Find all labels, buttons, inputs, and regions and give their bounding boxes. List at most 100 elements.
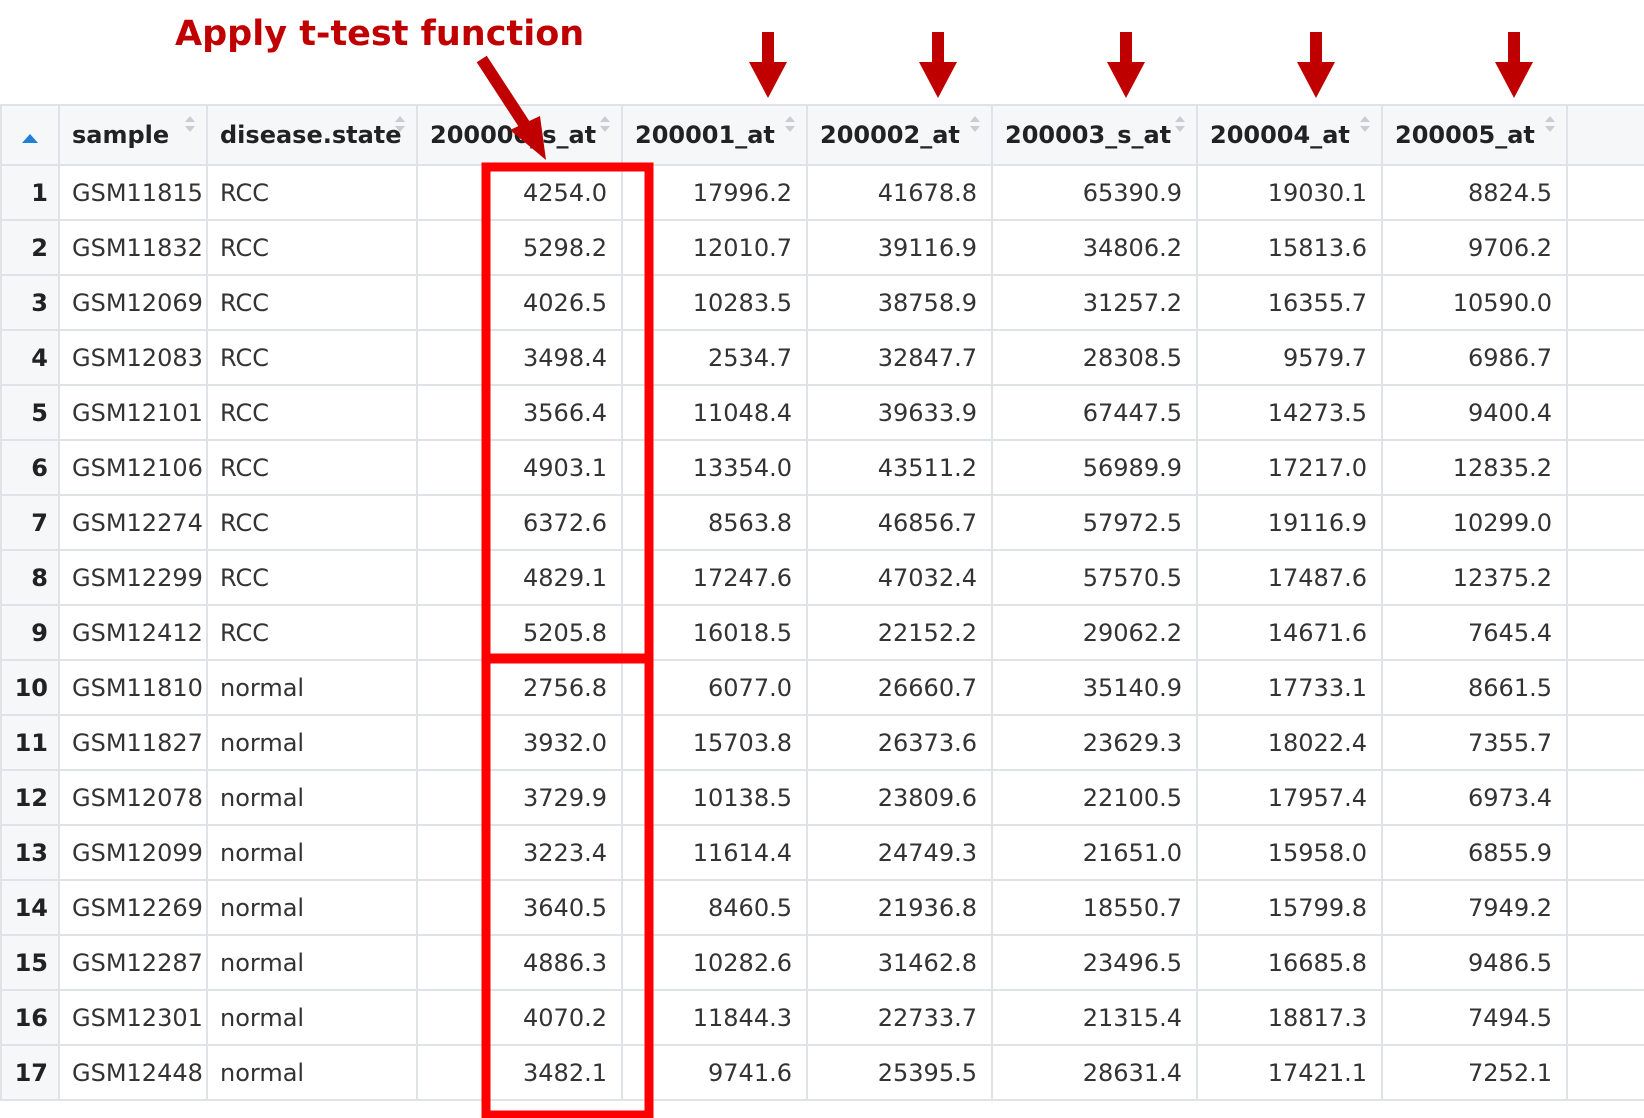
table-row[interactable]: 8 GSM12299 RCC 4829.1 17247.6 47032.4 57570.5 1… <box>0 549 1644 606</box>
table-header-row: sample disease.state 200000_s_at 200001_… <box>0 104 1644 166</box>
down-arrow-icon <box>1297 32 1335 98</box>
cell-disease-state: RCC <box>206 494 418 551</box>
cell-value: 7252.1 <box>1381 1044 1568 1101</box>
cell-value: 6855.9 <box>1381 824 1568 881</box>
table-row[interactable]: 7 GSM12274 RCC 6372.6 8563.8 46856.7 57972.5 19… <box>0 494 1644 551</box>
table-row[interactable]: 3 GSM12069 RCC 4026.5 10283.5 38758.9 31257.2 1… <box>0 274 1644 331</box>
down-arrow-icon <box>919 32 957 98</box>
sort-icon[interactable] <box>1359 114 1371 138</box>
cell-disease-state: normal <box>206 934 418 991</box>
cell-sample: GSM12101 <box>58 384 208 441</box>
table-row[interactable]: 5 GSM12101 RCC 3566.4 11048.4 39633.9 67447.5 1… <box>0 384 1644 441</box>
cell-overflow <box>1566 219 1644 276</box>
row-index: 17 <box>0 1044 60 1101</box>
cell-sample: GSM11810 <box>58 659 208 716</box>
cell-sample: GSM11827 <box>58 714 208 771</box>
row-index: 10 <box>0 659 60 716</box>
row-index: 15 <box>0 934 60 991</box>
cell-overflow <box>1566 989 1644 1046</box>
column-header-200004-at[interactable]: 200004_at <box>1196 104 1383 166</box>
cell-value: 3932.0 <box>416 714 623 771</box>
cell-value: 4903.1 <box>416 439 623 496</box>
sort-icon[interactable] <box>784 114 796 138</box>
cell-value: 9706.2 <box>1381 219 1568 276</box>
cell-overflow <box>1566 164 1644 221</box>
column-header-200000-s-at[interactable]: 200000_s_at <box>416 104 623 166</box>
cell-sample: GSM12412 <box>58 604 208 661</box>
table-row[interactable]: 4 GSM12083 RCC 3498.4 2534.7 32847.7 28308.5 95… <box>0 329 1644 386</box>
cell-value: 32847.7 <box>806 329 993 386</box>
cell-disease-state: normal <box>206 659 418 716</box>
cell-value: 39633.9 <box>806 384 993 441</box>
cell-overflow <box>1566 1044 1644 1101</box>
cell-overflow <box>1566 604 1644 661</box>
sort-ascending-icon[interactable] <box>22 134 38 143</box>
table-row[interactable]: 16 GSM12301 normal 4070.2 11844.3 22733.7 2131… <box>0 989 1644 1046</box>
cell-value: 4829.1 <box>416 549 623 606</box>
cell-sample: GSM12299 <box>58 549 208 606</box>
column-header-disease-state[interactable]: disease.state <box>206 104 418 166</box>
cell-disease-state: normal <box>206 824 418 881</box>
cell-sample: GSM12078 <box>58 769 208 826</box>
cell-disease-state: normal <box>206 879 418 936</box>
cell-value: 8563.8 <box>621 494 808 551</box>
cell-value: 18550.7 <box>991 879 1198 936</box>
cell-value: 16018.5 <box>621 604 808 661</box>
sort-icon[interactable] <box>969 114 981 138</box>
cell-sample: GSM12448 <box>58 1044 208 1101</box>
sort-icon[interactable] <box>394 114 406 138</box>
cell-value: 3482.1 <box>416 1044 623 1101</box>
table-row[interactable]: 1 GSM11815 RCC 4254.0 17996.2 41678.8 65390.9 1… <box>0 164 1644 221</box>
cell-value: 28308.5 <box>991 329 1198 386</box>
cell-value: 10590.0 <box>1381 274 1568 331</box>
column-header-200005-at[interactable]: 200005_at <box>1381 104 1568 166</box>
column-header-label: 200003_s_at <box>1005 121 1172 149</box>
cell-overflow <box>1566 384 1644 441</box>
column-header-label: sample <box>72 121 170 149</box>
column-header-200001-at[interactable]: 200001_at <box>621 104 808 166</box>
column-header-200002-at[interactable]: 200002_at <box>806 104 993 166</box>
row-index: 7 <box>0 494 60 551</box>
index-header[interactable] <box>0 104 60 166</box>
table-row[interactable]: 11 GSM11827 normal 3932.0 15703.8 26373.6 2362… <box>0 714 1644 771</box>
cell-value: 18817.3 <box>1196 989 1383 1046</box>
cell-value: 57972.5 <box>991 494 1198 551</box>
sort-icon[interactable] <box>599 114 611 138</box>
table-row[interactable]: 6 GSM12106 RCC 4903.1 13354.0 43511.2 56989.9 1… <box>0 439 1644 496</box>
cell-value: 2756.8 <box>416 659 623 716</box>
cell-value: 10299.0 <box>1381 494 1568 551</box>
cell-value: 21315.4 <box>991 989 1198 1046</box>
column-header-overflow[interactable] <box>1566 104 1644 166</box>
table-row[interactable]: 13 GSM12099 normal 3223.4 11614.4 24749.3 2165… <box>0 824 1644 881</box>
cell-value: 57570.5 <box>991 549 1198 606</box>
cell-disease-state: normal <box>206 714 418 771</box>
table-row[interactable]: 9 GSM12412 RCC 5205.8 16018.5 22152.2 29062.2 1… <box>0 604 1644 661</box>
sort-icon[interactable] <box>1174 114 1186 138</box>
data-table: sample disease.state 200000_s_at 200001_… <box>0 104 1644 1101</box>
cell-value: 17217.0 <box>1196 439 1383 496</box>
cell-overflow <box>1566 879 1644 936</box>
cell-value: 47032.4 <box>806 549 993 606</box>
cell-sample: GSM12269 <box>58 879 208 936</box>
sort-icon[interactable] <box>1544 114 1556 138</box>
table-row[interactable]: 15 GSM12287 normal 4886.3 10282.6 31462.8 2349… <box>0 934 1644 991</box>
cell-value: 11844.3 <box>621 989 808 1046</box>
table-row[interactable]: 12 GSM12078 normal 3729.9 10138.5 23809.6 2210… <box>0 769 1644 826</box>
cell-overflow <box>1566 934 1644 991</box>
column-header-200003-s-at[interactable]: 200003_s_at <box>991 104 1198 166</box>
cell-value: 2534.7 <box>621 329 808 386</box>
cell-disease-state: RCC <box>206 164 418 221</box>
cell-value: 12375.2 <box>1381 549 1568 606</box>
cell-value: 17996.2 <box>621 164 808 221</box>
column-header-sample[interactable]: sample <box>58 104 208 166</box>
table-row[interactable]: 17 GSM12448 normal 3482.1 9741.6 25395.5 28631… <box>0 1044 1644 1101</box>
cell-value: 13354.0 <box>621 439 808 496</box>
cell-value: 29062.2 <box>991 604 1198 661</box>
cell-disease-state: RCC <box>206 604 418 661</box>
table-row[interactable]: 10 GSM11810 normal 2756.8 6077.0 26660.7 35140… <box>0 659 1644 716</box>
table-row[interactable]: 14 GSM12269 normal 3640.5 8460.5 21936.8 18550… <box>0 879 1644 936</box>
table-row[interactable]: 2 GSM11832 RCC 5298.2 12010.7 39116.9 34806.2 1… <box>0 219 1644 276</box>
cell-disease-state: normal <box>206 1044 418 1101</box>
sort-icon[interactable] <box>184 114 196 138</box>
cell-value: 10283.5 <box>621 274 808 331</box>
